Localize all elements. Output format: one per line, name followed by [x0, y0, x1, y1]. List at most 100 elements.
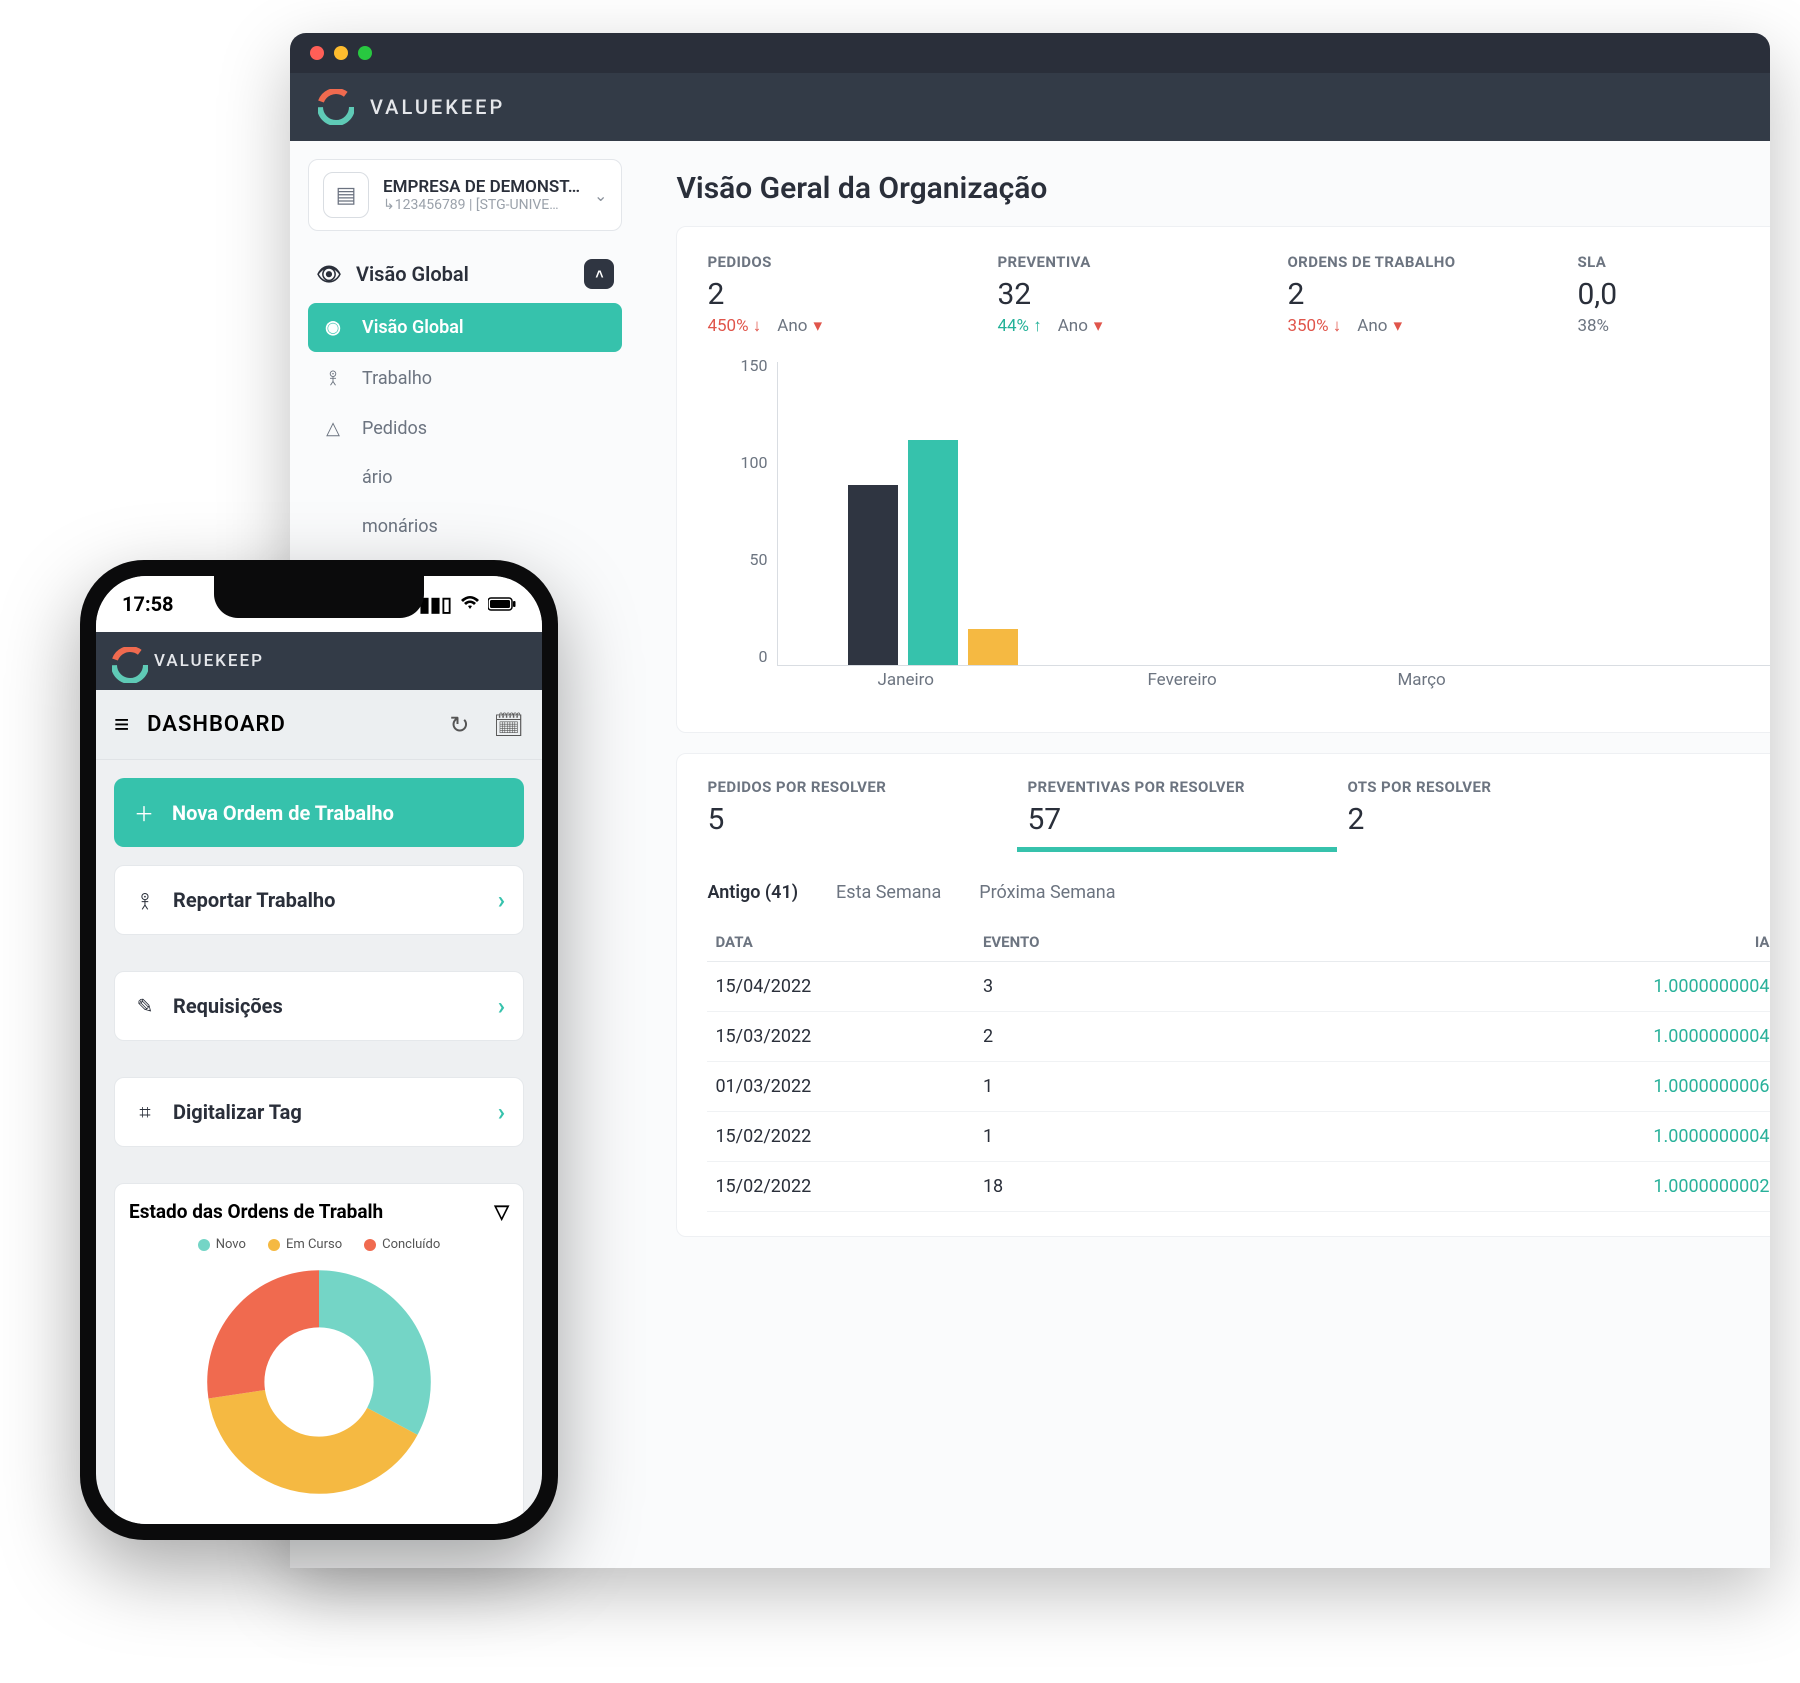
- x-tick: Fevereiro: [1147, 670, 1216, 690]
- cell-date: 15/02/2022: [707, 1162, 975, 1212]
- caret-down-icon: ▾: [1393, 316, 1402, 336]
- kpi-value: 32: [997, 277, 1197, 312]
- status-card: Estado das Ordens de Trabalh ▽ NovoEm Cu…: [114, 1183, 524, 1524]
- brand-name: VALUEKEEP: [370, 95, 505, 119]
- cell-date: 01/03/2022: [707, 1062, 975, 1112]
- phone-frame: 17:58 ▮▮▯ VALUEKEEP ≡ DASHBOARD ↻ 🗓: [80, 560, 558, 1540]
- close-dot[interactable]: [310, 46, 324, 60]
- cell-ref: 1.0000000004: [1403, 1112, 1770, 1162]
- stat-label: OTS POR RESOLVER: [1347, 778, 1597, 796]
- tab[interactable]: Próxima Semana: [979, 882, 1115, 903]
- stat[interactable]: OTS POR RESOLVER2: [1347, 778, 1597, 837]
- period-select[interactable]: Ano ▾: [1357, 316, 1402, 336]
- col-header: IA: [1403, 923, 1770, 962]
- stat[interactable]: PREVENTIVAS POR RESOLVER57: [1027, 778, 1277, 837]
- phone-time: 17:58: [122, 592, 174, 616]
- sidebar-item[interactable]: △Pedidos: [308, 404, 622, 453]
- cell-date: 15/04/2022: [707, 962, 975, 1012]
- phone-page-title: DASHBOARD: [147, 712, 286, 737]
- phone-action-button[interactable]: 𖨆Reportar Trabalho›: [114, 865, 524, 935]
- kpi-label: ORDENS DE TRABALHO: [1287, 253, 1487, 271]
- kpi-value: 0,0: [1577, 277, 1770, 312]
- kpi-value: 2: [707, 277, 907, 312]
- minimize-dot[interactable]: [334, 46, 348, 60]
- x-tick: Março: [1397, 670, 1445, 690]
- filter-icon[interactable]: ▽: [494, 1200, 509, 1223]
- table-row[interactable]: 15/04/202231.0000000004: [707, 962, 1770, 1012]
- cell-event: 1: [975, 1112, 1403, 1162]
- legend-item: Novo: [198, 1237, 246, 1252]
- button-label: Reportar Trabalho: [173, 888, 335, 912]
- new-workorder-button[interactable]: ＋ Nova Ordem de Trabalho: [114, 778, 524, 847]
- maximize-dot[interactable]: [358, 46, 372, 60]
- kpi-pct: 44% ↑: [997, 316, 1041, 336]
- stat-label: PEDIDOS POR RESOLVER: [707, 778, 957, 796]
- legend-item: Concluído: [364, 1237, 440, 1252]
- menu-icon[interactable]: ≡: [114, 709, 129, 740]
- card-title: Estado das Ordens de Trabalh: [129, 1200, 383, 1223]
- nav-group-title: Visão Global: [356, 262, 469, 286]
- cell-ref: 1.0000000004: [1403, 962, 1770, 1012]
- chevron-right-icon: ›: [498, 1098, 505, 1126]
- calendar-icon[interactable]: 🗓: [494, 711, 524, 739]
- phone-notch: [214, 576, 424, 618]
- wifi-icon: [460, 592, 480, 616]
- collapse-icon[interactable]: ˄: [584, 259, 614, 289]
- cell-date: 15/02/2022: [707, 1112, 975, 1162]
- sidebar-item[interactable]: monários: [308, 502, 622, 551]
- period-select[interactable]: Ano ▾: [777, 316, 822, 336]
- nav-group-head[interactable]: 👁 Visão Global ˄: [308, 245, 622, 303]
- kpi-pct: 450% ↓: [707, 316, 761, 336]
- cell-event: 2: [975, 1012, 1403, 1062]
- chevron-right-icon: ›: [498, 886, 505, 914]
- col-header: EVENTO: [975, 923, 1403, 962]
- org-sub: ↳123456789 | [STG-UNIVE…: [383, 197, 580, 213]
- phone-header: ≡ DASHBOARD ↻ 🗓: [96, 690, 542, 760]
- button-label: Digitalizar Tag: [173, 1100, 302, 1124]
- table-row[interactable]: 01/03/202211.0000000006: [707, 1062, 1770, 1112]
- scan-icon: ⌗: [133, 1100, 157, 1124]
- logo-icon: [112, 647, 140, 675]
- plus-icon: ＋: [132, 798, 156, 827]
- table-row[interactable]: 15/02/202211.0000000004: [707, 1112, 1770, 1162]
- sidebar-item[interactable]: ◉Visão Global: [308, 303, 622, 352]
- donut-chart: [189, 1252, 449, 1512]
- table-row[interactable]: 15/02/2022181.0000000002: [707, 1162, 1770, 1212]
- eye-icon: ◉: [322, 317, 344, 338]
- window-titlebar: [290, 33, 1770, 73]
- kpi-label: PREVENTIVA: [997, 253, 1197, 271]
- tab[interactable]: Antigo (41): [707, 882, 798, 903]
- kpi-pct: 350% ↓: [1287, 316, 1341, 336]
- chevron-right-icon: ›: [498, 992, 505, 1020]
- kpi: PEDIDOS 2 450% ↓Ano ▾: [707, 253, 907, 336]
- page-title: Visão Geral da Organização: [676, 171, 1770, 206]
- sidebar-item[interactable]: 𖨆Trabalho: [308, 352, 622, 404]
- cell-ref: 1.0000000006: [1403, 1062, 1770, 1112]
- cell-date: 15/03/2022: [707, 1012, 975, 1062]
- tab[interactable]: Esta Semana: [836, 882, 941, 903]
- org-selector[interactable]: ▤ EMPRESA DE DEMONST… ↳123456789 | [STG-…: [308, 159, 622, 231]
- cell-event: 18: [975, 1162, 1403, 1212]
- legend-swatch: [198, 1239, 210, 1251]
- legend-swatch: [364, 1239, 376, 1251]
- phone-action-button[interactable]: ⌗ Digitalizar Tag ›: [114, 1077, 524, 1147]
- bar: [908, 440, 958, 665]
- stat-value: 5: [707, 802, 957, 837]
- refresh-icon[interactable]: ↻: [449, 711, 469, 739]
- table-row[interactable]: 15/03/202221.0000000004: [707, 1012, 1770, 1062]
- cell-event: 3: [975, 962, 1403, 1012]
- sidebar-item[interactable]: ário: [308, 453, 622, 502]
- eye-icon: 👁: [316, 262, 342, 286]
- brand-name: VALUEKEEP: [154, 651, 264, 671]
- period-select[interactable]: Ano ▾: [1058, 316, 1103, 336]
- stat[interactable]: PEDIDOS POR RESOLVER 5: [707, 778, 957, 837]
- events-table: DATAEVENTOIA 15/04/202231.000000000415/0…: [707, 923, 1770, 1212]
- sidebar-item-label: monários: [362, 516, 438, 537]
- y-tick: 100: [740, 453, 767, 472]
- phone-appbar: VALUEKEEP: [96, 632, 542, 690]
- pencil-icon: ✎: [133, 994, 157, 1018]
- phone-action-button[interactable]: ✎Requisições›: [114, 971, 524, 1041]
- active-stat-underline: [1017, 847, 1337, 852]
- x-tick: Janeiro: [877, 670, 933, 690]
- kpi-card: PEDIDOS 2 450% ↓Ano ▾PREVENTIVA 32 44% ↑…: [676, 226, 1770, 733]
